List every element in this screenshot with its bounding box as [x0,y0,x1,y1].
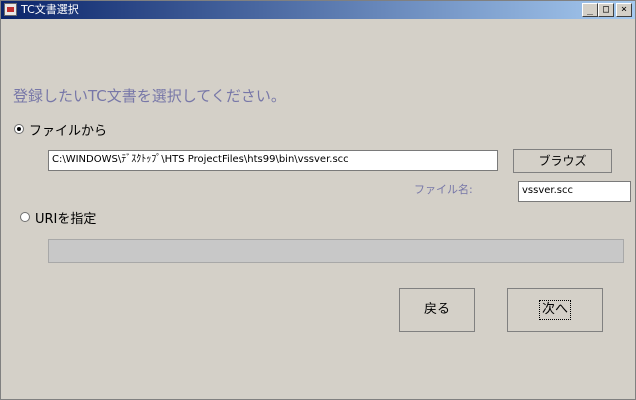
file-radio-label[interactable]: ファイルから [29,120,107,139]
title-bar[interactable]: TC文書選択 _ □ × [1,1,635,19]
filename-input[interactable]: vssver.scc [518,181,631,202]
dialog-window: TC文書選択 _ □ × 登録したいTC文書を選択してください。 ファイルから … [0,0,636,400]
next-button[interactable]: 次へ [507,288,603,332]
minimize-button[interactable]: _ [582,3,598,17]
maximize-button[interactable]: □ [598,3,614,17]
filename-label: ファイル名: [414,183,473,196]
back-button[interactable]: 戻る [399,288,475,332]
uri-radio-label[interactable]: URIを指定 [35,208,96,227]
back-button-label: 戻る [423,302,450,317]
minimize-icon: _ [586,4,594,15]
instruction-text: 登録したいTC文書を選択してください。 [13,87,286,105]
file-radio[interactable] [14,124,24,134]
browse-button[interactable]: ブラウズ [513,149,612,173]
uri-radio[interactable] [20,212,30,222]
window-title: TC文書選択 [21,3,79,16]
next-button-label: 次へ [538,300,571,320]
close-icon: × [620,4,628,15]
close-button[interactable]: × [616,3,632,17]
maximize-icon: □ [602,4,610,15]
file-path-input[interactable]: C:\WINDOWS\ﾃﾞｽｸﾄｯﾌﾟ\HTS ProjectFiles\hts… [48,150,498,171]
app-icon [4,3,17,16]
uri-input[interactable] [48,239,624,263]
